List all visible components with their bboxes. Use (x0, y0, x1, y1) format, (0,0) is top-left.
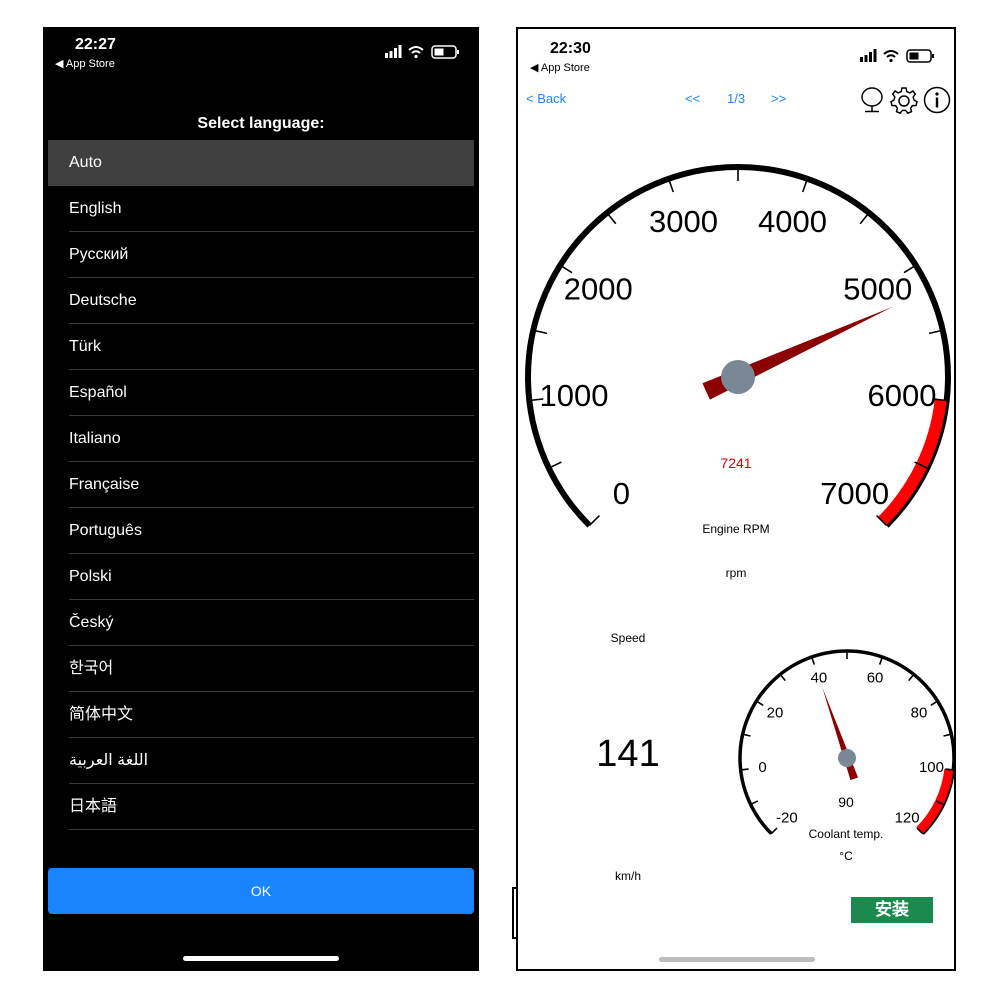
language-label: Português (69, 522, 142, 539)
language-label: Française (69, 476, 140, 493)
tick-label: 60 (867, 669, 884, 686)
tick-label: 1000 (540, 378, 609, 413)
tick-label: 2000 (564, 272, 633, 307)
language-item[interactable]: Русский (48, 232, 474, 278)
battery-icon (431, 45, 459, 59)
language-label: Český (69, 614, 114, 631)
language-label: Русский (69, 246, 129, 263)
language-screen: 22:27 ◀ App Store Select language: Auto … (43, 27, 479, 971)
select-language-title: Select language: (197, 115, 325, 132)
rpm-gauge-label: Engine RPM (702, 522, 770, 536)
back-to-app-store-link[interactable]: ◀ App Store (55, 57, 115, 70)
home-indicator (659, 957, 815, 962)
coolant-unit: °C (839, 849, 853, 863)
tick-label: 80 (911, 704, 928, 721)
language-item[interactable]: Deutsche (48, 278, 474, 324)
language-list: Auto English Русский Deutsche Türk Español Ita… (48, 140, 474, 830)
tick-label: 7000 (820, 476, 889, 511)
language-item[interactable]: 日本語 (48, 784, 474, 830)
language-item[interactable]: Português (48, 508, 474, 554)
needle-hub (838, 749, 856, 767)
gauge-arc (525, 164, 951, 528)
tick-label: 0 (613, 476, 630, 511)
language-label: Türk (69, 338, 101, 355)
gauge-tick (548, 461, 562, 469)
dashboard-screen: 22:30 ◀ App Store < Back << 1/3 >> 0 100… (516, 27, 956, 971)
gauge-tick (779, 673, 786, 682)
wifi-icon (408, 46, 424, 54)
language-item[interactable]: Italiano (48, 416, 474, 462)
language-item[interactable]: English (48, 186, 474, 232)
gauge-tick (945, 768, 954, 771)
home-indicator (183, 956, 339, 961)
language-label: 简体中文 (69, 706, 134, 723)
install-button[interactable]: 安装 (851, 897, 933, 923)
language-label: Deutsche (69, 292, 137, 309)
needle-hub (721, 360, 755, 394)
language-label: 한국어 (69, 660, 114, 677)
status-bar: 22:27 ◀ App Store (43, 27, 479, 87)
language-label: Italiano (69, 430, 121, 447)
language-item[interactable]: Türk (48, 324, 474, 370)
tick-label: 3000 (649, 204, 718, 239)
tick-label: 100 (919, 759, 944, 776)
rpm-gauge: 0 1000 2000 3000 4000 5000 6000 7000 (525, 164, 951, 528)
language-item[interactable]: اللغة العربية (48, 738, 474, 784)
language-item[interactable]: Polski (48, 554, 474, 600)
coolant-center-value: 90 (838, 794, 854, 810)
gauge-tick (588, 515, 600, 527)
language-label: Auto (69, 154, 102, 171)
language-item[interactable]: 简体中文 (48, 692, 474, 738)
language-item[interactable]: 한국어 (48, 646, 474, 692)
divider (69, 829, 474, 830)
language-label: 日本語 (69, 798, 118, 815)
language-label: Polski (69, 568, 112, 585)
tick-label: 120 (895, 810, 920, 827)
rpm-unit: rpm (725, 566, 747, 580)
gauge-tick (740, 768, 749, 771)
tick-label: 0 (758, 759, 766, 776)
tick-label: 40 (811, 669, 828, 686)
tick-label: 5000 (843, 272, 912, 307)
language-label: English (69, 200, 122, 217)
ok-button[interactable]: OK (48, 868, 474, 914)
speed-unit: km/h (614, 869, 641, 883)
language-label: اللغة العربية (69, 752, 149, 769)
gauge-tick (755, 700, 764, 707)
tick-label: -20 (776, 810, 798, 827)
rpm-readout: 7241 (720, 455, 752, 471)
gauge-needle (822, 687, 859, 781)
status-icons (385, 45, 461, 59)
coolant-gauge-label: Coolant temp. (808, 827, 884, 841)
tick-label: 6000 (867, 378, 936, 413)
language-item[interactable]: Auto (48, 140, 474, 186)
gauge-tick (606, 212, 617, 225)
gauge-tick (770, 827, 778, 835)
language-label: Español (69, 384, 127, 401)
gauge-tick (908, 673, 915, 682)
language-item[interactable]: Español (48, 370, 474, 416)
speed-label: Speed (610, 631, 646, 645)
gauge-tick (859, 212, 870, 225)
gauge-tick (930, 700, 939, 707)
signal-icon (385, 45, 402, 58)
language-item[interactable]: Český (48, 600, 474, 646)
status-time: 22:27 (75, 36, 116, 53)
speed-value: 141 (596, 733, 660, 775)
tick-label: 20 (767, 704, 784, 721)
language-item[interactable]: Française (48, 462, 474, 508)
tick-label: 4000 (758, 204, 827, 239)
